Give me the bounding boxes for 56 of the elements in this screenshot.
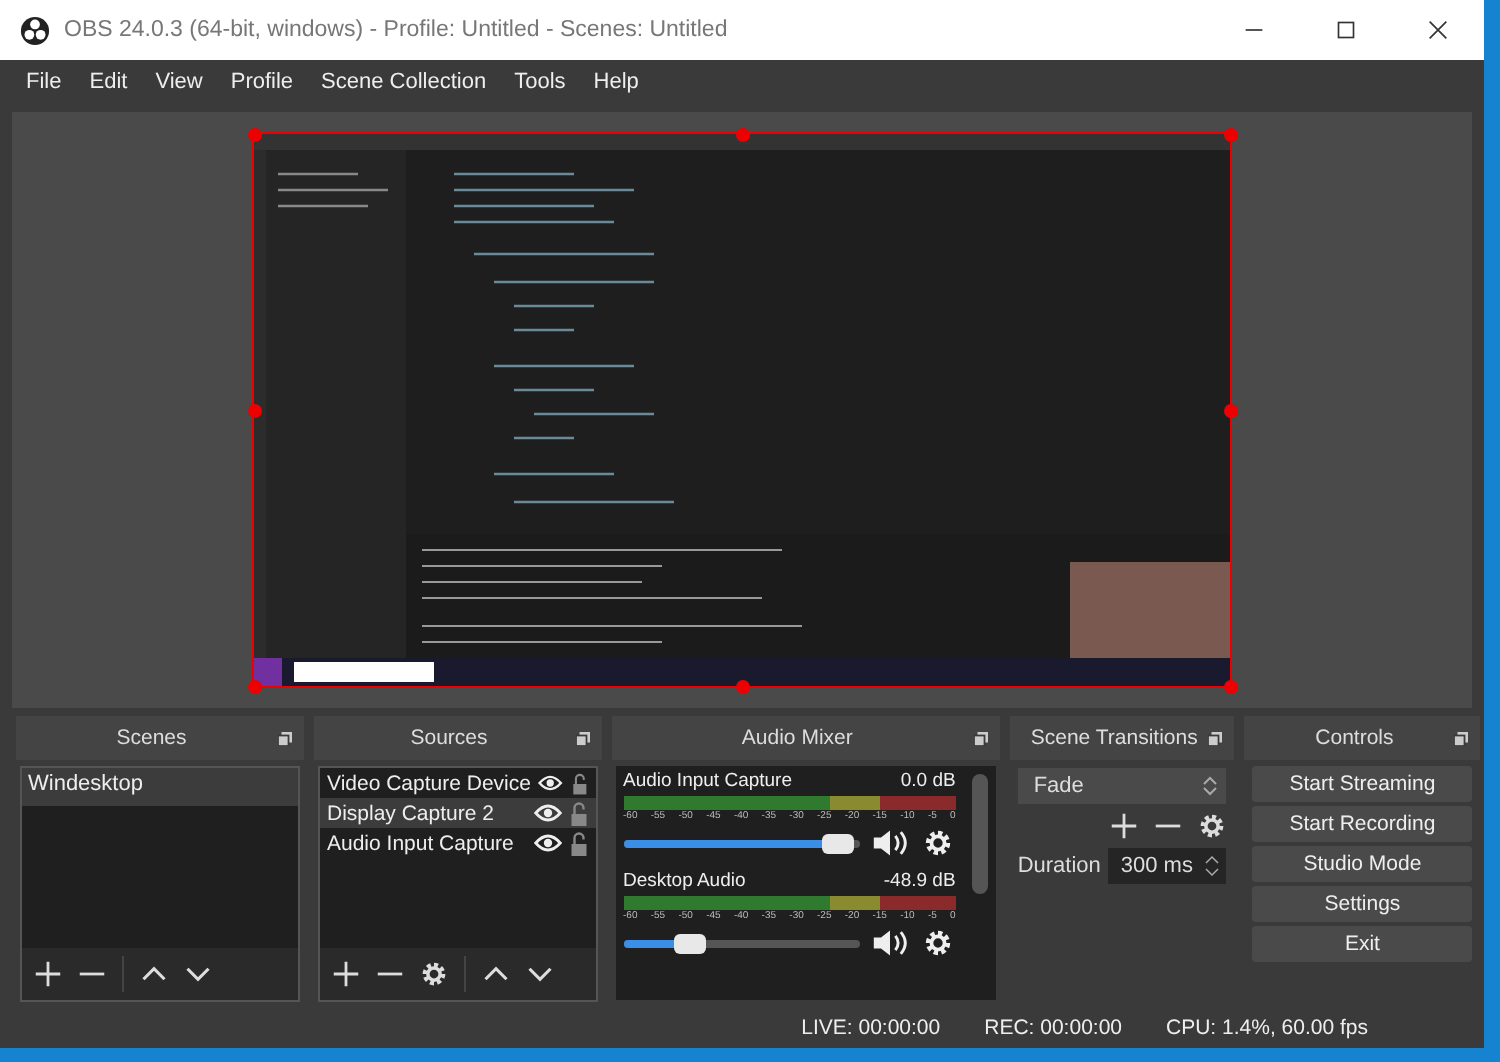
volume-reading: 0.0 dB [900,770,956,792]
slider-thumb[interactable] [674,933,707,953]
volume-reading: -48.9 dB [883,870,956,892]
menu-item[interactable]: View [141,70,217,94]
eye-icon[interactable] [533,832,561,854]
undock-icon[interactable] [575,731,589,745]
dock-title: Scene Transitions [1030,726,1198,750]
undock-icon[interactable] [1454,731,1469,745]
dock-title: Audio Mixer [741,726,853,750]
eye-icon[interactable] [533,802,561,824]
add-icon[interactable] [34,960,62,988]
scrollbar[interactable] [971,774,988,894]
control-button[interactable]: Studio Mode [1252,846,1473,882]
app-logo-icon [20,15,50,45]
add-icon[interactable] [331,960,359,988]
control-button[interactable]: Start Streaming [1252,766,1473,802]
undock-icon[interactable] [1208,731,1223,745]
spinner-arrows-icon[interactable] [1204,854,1221,878]
source-item[interactable]: Video Capture Device [327,771,531,795]
dock-title: Scenes [116,726,187,750]
control-button[interactable]: Start Recording [1252,806,1473,842]
channel-name: Desktop Audio [623,870,746,892]
dock-title: Controls [1315,726,1394,750]
settings-icon[interactable] [1198,812,1227,840]
recording-status: REC: 00:00:00 [984,1016,1123,1040]
live-status: LIVE: 00:00:00 [801,1016,941,1040]
duration-field[interactable]: 300 ms [1108,848,1227,884]
add-icon[interactable] [1110,812,1139,840]
menu-item[interactable]: Help [579,70,653,94]
menu-item[interactable]: Tools [500,70,580,94]
source-item[interactable]: Audio Input Capture [327,831,525,855]
settings-icon[interactable] [419,960,447,988]
menu-item[interactable]: Scene Collection [307,70,501,94]
transition-dropdown[interactable]: Fade [1017,768,1227,804]
menu-item[interactable]: Edit [75,70,142,94]
control-button[interactable]: Exit [1252,926,1473,962]
window-title: OBS 24.0.3 (64-bit, windows) - Profile: Untitled - Scenes: Untitled [64,18,730,42]
lock-icon[interactable] [569,831,587,855]
dock-title: Sources [410,726,488,750]
undock-icon[interactable] [973,731,988,745]
control-button[interactable]: Settings [1252,886,1473,922]
speaker-icon[interactable] [871,928,908,958]
lock-icon[interactable] [571,771,587,795]
scene-item[interactable]: Windesktop [22,768,297,806]
up-down-icon [1202,774,1219,798]
performance-status: CPU: 1.4%, 60.00 fps [1166,1016,1368,1040]
speaker-icon[interactable] [871,828,908,858]
channel-name: Audio Input Capture [623,770,793,792]
maximize-icon[interactable] [1336,20,1356,40]
eye-icon[interactable] [538,772,564,794]
slider-thumb[interactable] [821,833,854,853]
menu-item[interactable]: File [12,70,76,94]
duration-label: Duration [1017,854,1101,878]
close-icon[interactable] [1428,20,1448,40]
menu-item[interactable]: Profile [216,70,308,94]
undock-icon[interactable] [277,731,291,745]
